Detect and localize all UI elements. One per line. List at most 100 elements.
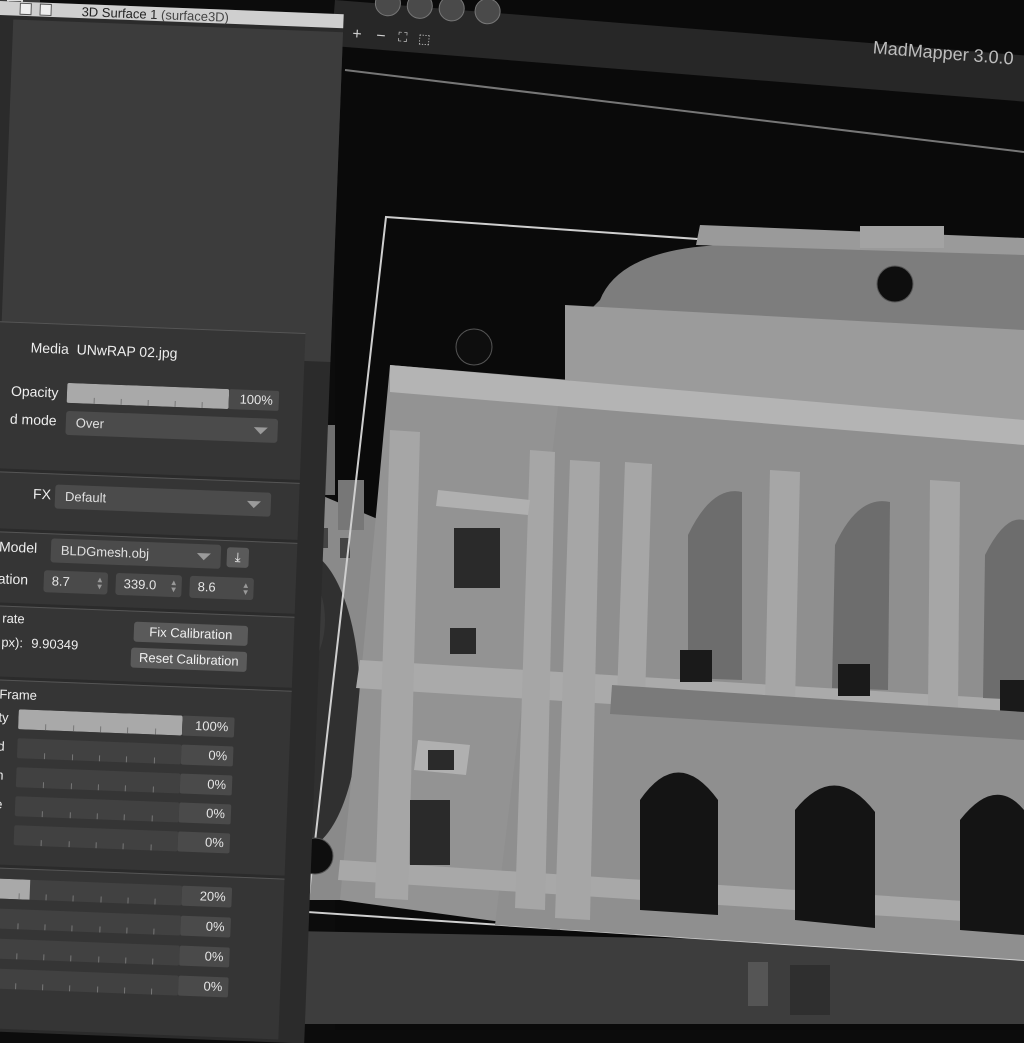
slider-tick bbox=[44, 924, 46, 931]
location-z-value: 8.6 bbox=[197, 579, 217, 595]
calibrate-px-value: 9.90349 bbox=[31, 635, 79, 653]
slider-tick bbox=[69, 812, 71, 819]
add-icon[interactable]: + bbox=[352, 26, 363, 45]
slider-tick bbox=[42, 811, 44, 818]
effect-value[interactable]: 0% bbox=[179, 945, 230, 968]
frame-value[interactable]: 100% bbox=[181, 715, 235, 738]
slider-tick bbox=[125, 927, 128, 934]
slider-tick bbox=[153, 757, 155, 764]
location-x-field[interactable]: 8.7 ▲ ▼ bbox=[43, 570, 109, 595]
effect-value[interactable]: 0% bbox=[180, 915, 231, 938]
frame-slider[interactable] bbox=[13, 825, 179, 852]
frame-slider[interactable] bbox=[15, 767, 181, 794]
stepper-icon[interactable]: ▲ ▼ bbox=[95, 575, 104, 591]
transport-button[interactable] bbox=[405, 0, 434, 20]
slider-tick bbox=[71, 754, 73, 761]
slider-tick bbox=[43, 782, 45, 789]
surface-type: (surface3D) bbox=[160, 7, 230, 25]
frame-value[interactable]: 0% bbox=[180, 744, 234, 767]
slider-tick bbox=[122, 843, 125, 850]
effects-section: 20% 0% 0% 0% bbox=[0, 866, 285, 1040]
model-section: Model BLDGmesh.obj ⤓ ation 8.7 ▲ ▼ 339.0 … bbox=[0, 530, 298, 614]
fx-section: FX Default bbox=[0, 470, 300, 540]
slider-tick bbox=[68, 841, 70, 848]
blend-mode-dropdown[interactable]: Over bbox=[65, 410, 279, 443]
opera-building bbox=[338, 225, 1024, 960]
opacity-slider[interactable] bbox=[66, 382, 230, 410]
frame-slider[interactable] bbox=[14, 796, 180, 823]
frame-row-label: d bbox=[0, 738, 5, 754]
chevron-down-icon bbox=[196, 552, 211, 561]
calibrate-px-label: px): bbox=[1, 634, 24, 651]
slider-tick bbox=[97, 784, 99, 791]
frame-row-label: n bbox=[0, 767, 4, 783]
slider-tick bbox=[71, 925, 73, 932]
lock-checkbox[interactable] bbox=[39, 3, 52, 16]
slider-tick bbox=[40, 840, 43, 847]
remove-icon[interactable]: − bbox=[375, 27, 387, 46]
slider-tick bbox=[98, 926, 101, 933]
pedestrian bbox=[748, 962, 768, 1006]
select-icon[interactable]: ⬚ bbox=[418, 31, 431, 48]
slider-tick bbox=[150, 988, 153, 995]
frame-slider[interactable] bbox=[16, 738, 182, 765]
effect-slider[interactable] bbox=[0, 908, 182, 936]
chevron-down-icon bbox=[253, 427, 268, 435]
frame-value[interactable]: 0% bbox=[179, 773, 233, 796]
slider-tick bbox=[100, 896, 102, 903]
transport-button[interactable] bbox=[473, 0, 502, 26]
fx-value: Default bbox=[64, 488, 107, 506]
frame-slider[interactable] bbox=[18, 709, 183, 736]
location-y-field[interactable]: 339.0 ▲ ▼ bbox=[115, 572, 183, 598]
visibility-checkbox[interactable] bbox=[19, 2, 32, 16]
transport-button[interactable] bbox=[373, 0, 402, 18]
blend-mode-value: Over bbox=[75, 415, 105, 432]
slider-tick bbox=[123, 987, 125, 994]
frame-value[interactable]: 0% bbox=[178, 802, 232, 825]
frame-slider-fill bbox=[13, 825, 15, 846]
calibration-point[interactable] bbox=[876, 265, 914, 303]
slider-tick bbox=[96, 986, 98, 993]
model-dropdown[interactable]: BLDGmesh.obj bbox=[50, 538, 222, 569]
slider-tick bbox=[45, 894, 47, 901]
opacity-label: Opacity bbox=[10, 382, 59, 401]
effect-value[interactable]: 0% bbox=[177, 975, 229, 998]
slider-tick bbox=[95, 842, 97, 849]
media-filename[interactable]: UNwRAP 02.jpg bbox=[76, 341, 177, 361]
fix-calibration-button[interactable]: Fix Calibration bbox=[133, 621, 249, 646]
slider-tick bbox=[120, 398, 122, 405]
fx-dropdown[interactable]: Default bbox=[54, 484, 272, 517]
effect-slider[interactable] bbox=[0, 938, 180, 966]
stepper-icon[interactable]: ▲ ▼ bbox=[169, 578, 178, 594]
slider-tick bbox=[72, 725, 74, 732]
slider-tick bbox=[42, 984, 44, 991]
calibration-point[interactable] bbox=[455, 328, 493, 366]
frame-row-label: e bbox=[0, 796, 3, 812]
slider-tick bbox=[15, 983, 17, 990]
frame-row-label: ty bbox=[0, 709, 9, 725]
slider-tick bbox=[97, 956, 99, 963]
location-z-field[interactable]: 8.6 ▲ ▼ bbox=[189, 575, 255, 601]
reset-calibration-button[interactable]: Reset Calibration bbox=[130, 647, 248, 672]
slider-tick bbox=[124, 957, 127, 964]
slider-tick bbox=[70, 783, 72, 790]
frame-value[interactable]: 0% bbox=[177, 831, 231, 854]
opacity-value[interactable]: 100% bbox=[228, 389, 280, 411]
fx-label: FX bbox=[32, 485, 52, 503]
effect-value[interactable]: 20% bbox=[181, 885, 233, 908]
slider-tick bbox=[154, 728, 156, 735]
slider-tick bbox=[151, 815, 153, 822]
stepper-icon[interactable]: ▲ ▼ bbox=[241, 581, 250, 597]
effect-slider[interactable] bbox=[0, 968, 179, 996]
slider-tick bbox=[43, 954, 45, 961]
blend-mode-label: d mode bbox=[9, 410, 57, 429]
pedestrian bbox=[790, 965, 830, 1015]
inspector-panel: 3D Surface 1 (surface3D) Media UNwRAP 02… bbox=[0, 0, 344, 1043]
fit-view-icon[interactable]: ⛶ bbox=[398, 29, 408, 46]
download-icon[interactable]: ⤓ bbox=[226, 547, 250, 568]
slider-tick bbox=[17, 923, 19, 930]
effect-slider[interactable] bbox=[0, 878, 183, 906]
slider-tick bbox=[98, 755, 101, 762]
slider-tick bbox=[44, 753, 46, 760]
transport-button[interactable] bbox=[437, 0, 466, 23]
